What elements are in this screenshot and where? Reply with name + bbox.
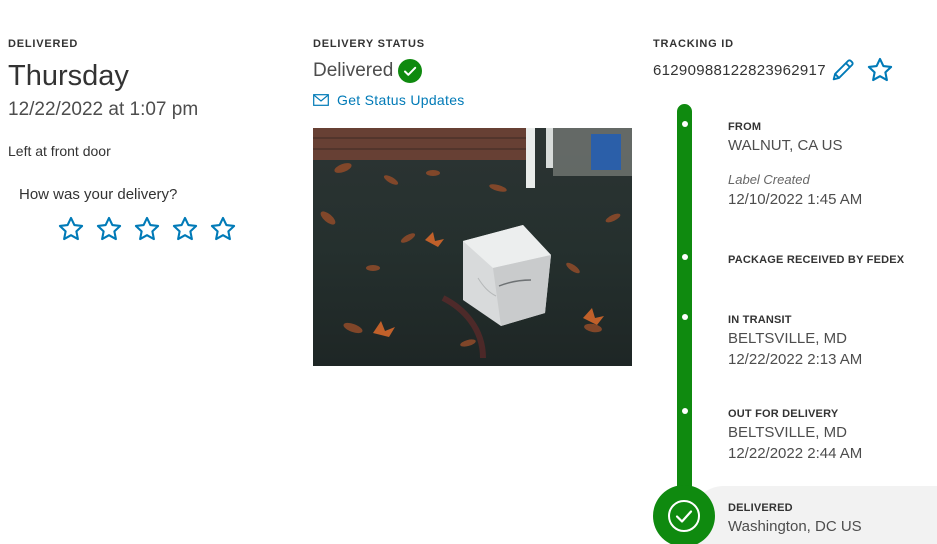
status-row: Delivered bbox=[313, 59, 643, 83]
event-title: OUT FOR DELIVERY bbox=[728, 408, 839, 420]
event-location: BELTSVILLE, MD bbox=[728, 424, 847, 441]
rating-stars bbox=[57, 215, 298, 243]
event-timestamp: 12/22/2022 2:44 AM bbox=[728, 445, 863, 462]
event-note: Label Created bbox=[728, 172, 810, 187]
delivery-status-label: DELIVERY STATUS bbox=[313, 38, 425, 50]
event-title: IN TRANSIT bbox=[728, 314, 792, 326]
event-timestamp: 12/10/2022 1:45 AM bbox=[728, 191, 863, 208]
delivered-column: DELIVERED Thursday 12/22/2022 at 1:07 pm… bbox=[8, 38, 298, 243]
mail-icon bbox=[313, 94, 329, 106]
timeline-dot bbox=[682, 121, 688, 127]
star-icon[interactable] bbox=[866, 56, 894, 84]
star-icon[interactable] bbox=[57, 215, 85, 243]
delivery-day: Thursday bbox=[8, 60, 129, 92]
status-column: DELIVERY STATUS Delivered Get Status Upd… bbox=[313, 38, 643, 366]
event-title: FROM bbox=[728, 121, 762, 133]
pencil-icon[interactable] bbox=[829, 56, 857, 84]
timeline-dot bbox=[682, 254, 688, 260]
star-icon[interactable] bbox=[95, 215, 123, 243]
get-status-updates-label: Get Status Updates bbox=[337, 92, 465, 108]
event-title: PACKAGE RECEIVED BY FEDEX bbox=[728, 254, 905, 266]
delivery-datetime: 12/22/2022 at 1:07 pm bbox=[8, 99, 199, 120]
star-icon[interactable] bbox=[209, 215, 237, 243]
event-location: BELTSVILLE, MD bbox=[728, 330, 847, 347]
timeline-event-received: PACKAGE RECEIVED BY FEDEX bbox=[728, 254, 904, 266]
star-icon[interactable] bbox=[171, 215, 199, 243]
rating-question: How was your delivery? bbox=[19, 186, 178, 203]
event-location: WALNUT, CA US bbox=[728, 137, 843, 154]
timeline-dot bbox=[682, 314, 688, 320]
delivery-photo-illustration bbox=[313, 128, 632, 366]
tracking-id: 612909881228239629​17 bbox=[653, 61, 826, 79]
tracking-row: 612909881228239629​17 bbox=[653, 56, 937, 84]
check-circle-icon bbox=[653, 485, 715, 544]
timeline-event-in-transit: IN TRANSIT BELTSVILLE, MD 12/22/2022 2:1… bbox=[728, 314, 862, 368]
star-icon[interactable] bbox=[133, 215, 161, 243]
status-text: Delivered bbox=[313, 60, 394, 81]
timeline-event-from: FROM WALNUT, CA US Label Created 12/10/2… bbox=[728, 121, 862, 208]
timeline-bar bbox=[677, 104, 692, 514]
event-location: Washington, DC US bbox=[728, 518, 862, 535]
check-circle-icon bbox=[398, 59, 423, 83]
timeline-event-delivered: DELIVERED Washington, DC US bbox=[728, 502, 862, 535]
event-title: DELIVERED bbox=[728, 502, 793, 514]
timeline-dot bbox=[682, 408, 688, 414]
event-timestamp: 12/22/2022 2:13 AM bbox=[728, 351, 863, 368]
delivery-location-note: Left at front door bbox=[8, 143, 111, 159]
proof-of-delivery-photo[interactable] bbox=[313, 128, 632, 366]
tracking-id-label: TRACKING ID bbox=[653, 38, 734, 50]
get-status-updates-link[interactable]: Get Status Updates bbox=[313, 92, 643, 108]
timeline-event-out-for-delivery: OUT FOR DELIVERY BELTSVILLE, MD 12/22/20… bbox=[728, 408, 862, 462]
delivered-label: DELIVERED bbox=[8, 38, 79, 50]
tracking-column: TRACKING ID 612909881228239629​17 bbox=[653, 38, 937, 84]
